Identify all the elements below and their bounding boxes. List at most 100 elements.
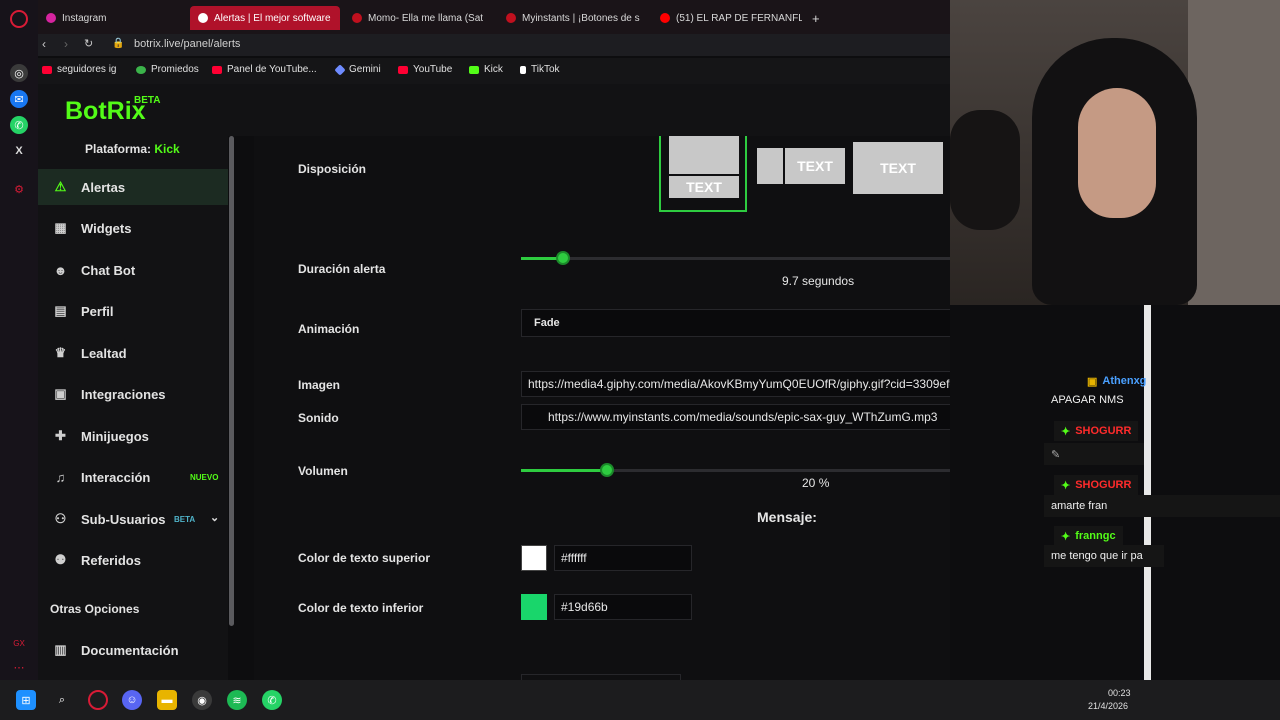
chevron-down-icon[interactable]: ⌄ [210,511,219,524]
chat-message-text: APAGAR NMS [1051,394,1124,406]
tab-label: Myinstants | ¡Botones de s [522,12,640,24]
sidebar-item-interaccion[interactable]: ♫ Interacción NUEVO [38,459,228,495]
layout-option-image-top[interactable]: TEXT [659,136,747,212]
plus-icon: + [812,10,820,26]
opera-logo-icon[interactable] [10,10,28,28]
tab-myinstants[interactable]: Myinstants | ¡Botones de s [498,6,648,30]
emote-icon: ✎ [1051,448,1061,461]
top-color-input[interactable]: #ffffff [554,545,692,571]
bookmark-label: TikTok [531,64,560,75]
tab-label: Instagram [62,12,107,24]
kick-badge-icon: ✦ [1061,479,1071,492]
bookmark-label: Promiedos [151,64,199,75]
windows-start-icon[interactable]: ⊞ [16,690,36,710]
chat-username: ✦ SHOGURR [1054,421,1139,441]
bookmark-label: YouTube [413,64,453,75]
forward-icon[interactable]: › [64,37,68,51]
grid-icon: ▦ [54,220,67,235]
obs-icon[interactable]: ◉ [192,690,212,710]
volume-slider-thumb[interactable] [599,463,614,477]
url-field[interactable]: botrix.live/panel/alerts [134,38,240,50]
sidebar-item-label: Referidos [81,552,141,568]
bookmark-item[interactable]: Promiedos [136,64,199,75]
bottom-color-swatch[interactable] [521,594,547,620]
duration-value: 9.7 [782,274,799,288]
spotify-icon[interactable]: ≋ [227,690,247,710]
tab-momo[interactable]: Momo- Ella me llama (Sat [344,6,494,30]
animation-value: Fade [534,317,560,329]
tab-instagram[interactable]: Instagram [38,6,188,30]
sidebar-item-minijuegos[interactable]: ✚ Minijuegos [38,418,228,454]
bookmark-item[interactable]: Gemini [334,63,381,76]
sidebar-item-label: Perfil [81,303,114,319]
duration-slider-track[interactable] [521,251,950,265]
discord-icon[interactable]: ☺ [122,690,142,710]
messenger-icon[interactable]: ✉ [10,90,28,108]
tiktok-icon [520,65,526,74]
file-explorer-icon[interactable]: ▬ [157,690,177,710]
bookmark-item[interactable]: Panel de YouTube... [212,64,317,75]
reload-icon[interactable]: ↻ [84,37,93,50]
animation-select[interactable]: Fade ⌄ [521,309,950,337]
sidebar-item-label: Chat Bot [81,262,136,278]
tab-strip: Instagram Alertas | El mejor software Mo… [38,0,950,34]
settings-icon[interactable]: ⚙ [10,180,28,198]
sidebar-item-widgets[interactable]: ▦ Widgets [38,210,228,246]
warning-icon: ⚠ [54,179,67,194]
opera-gx-icon[interactable] [88,690,108,710]
bottom-color-input[interactable]: #19d66b [554,594,692,620]
sound-url-input[interactable]: https://www.myinstants.com/media/sounds/… [521,404,950,430]
tab-label: (51) EL RAP DE FERNANFL [676,12,802,24]
kick-badge-icon: ✦ [1061,425,1071,438]
new-tab-button[interactable]: + [804,6,828,30]
sidebar-item-documentacion[interactable]: ▥ Documentación [38,632,228,668]
layout-option-image-left[interactable]: TEXT [755,144,847,188]
volume-slider-fill [521,469,607,472]
chat-username: ✦ franngc [1054,526,1123,546]
new-badge: NUEVO [190,473,219,482]
sidebar-item-label: Documentación [81,642,179,658]
music-icon: ♫ [55,469,66,485]
sidebar-item-perfil[interactable]: ▤ Perfil [38,293,228,329]
back-icon[interactable]: ‹ [42,37,46,51]
tab-label: Momo- Ella me llama (Sat [368,12,484,24]
bookmark-item[interactable]: YouTube [398,64,452,75]
duration-slider-thumb[interactable] [555,251,570,265]
clock-date: 21/4/2026 [1088,701,1129,711]
gx-icon[interactable]: GX [10,634,28,652]
search-icon[interactable]: ⌕ [52,690,72,710]
chatgpt-icon[interactable]: ◎ [10,64,28,82]
sidebar-item-label: Alertas [81,179,126,195]
sidebar-item-chatbot[interactable]: ☻ Chat Bot [38,252,228,288]
chat-message-text: me tengo que ir pa [1044,545,1164,567]
sidebar-scrollbar[interactable] [229,136,234,626]
sidebar-item-integraciones[interactable]: ▣ Integraciones [38,376,228,412]
message-heading: Mensaje: [757,509,817,525]
sidebar-item-referidos[interactable]: ⚉ Referidos [38,542,228,578]
sidebar-item-lealtad[interactable]: ♛ Lealtad [38,335,228,371]
image-url-input[interactable]: https://media4.giphy.com/media/AkovKBmyY… [521,371,950,397]
youtube-icon [398,65,408,74]
promiedos-icon [136,65,146,74]
tab-youtube-rap[interactable]: (51) EL RAP DE FERNANFL [652,6,802,30]
sidebar-item-alertas[interactable]: ⚠ Alertas [38,169,228,205]
top-text-color-label: Color de texto superior [298,551,431,565]
bookmark-item[interactable]: TikTok [520,64,560,75]
x-icon[interactable]: X [10,142,28,160]
sidebar-item-label: Minijuegos [81,428,149,444]
whatsapp-icon[interactable]: ✆ [262,690,282,710]
more-icon[interactable]: ⋯ [10,658,28,676]
whatsapp-icon[interactable]: ✆ [10,116,28,134]
sidebar-item-sub-usuarios[interactable]: ⚇ Sub-Usuarios BETA ⌄ [38,501,228,537]
layout-text: TEXT [880,160,916,176]
bookmark-item[interactable]: Kick [469,64,503,75]
top-color-swatch[interactable] [521,545,547,571]
platform-label: Plataforma: [85,142,152,156]
volume-slider-track[interactable] [521,463,950,477]
bookmark-item[interactable]: seguidores ig [42,64,116,75]
tab-alertas[interactable]: Alertas | El mejor software [190,6,340,30]
youtube-icon [212,65,222,74]
layout-option-text-overlay[interactable]: TEXT [853,142,943,194]
sidebar-item-label: Integraciones [81,386,166,402]
chat-username: ✦ SHOGURR [1054,475,1139,495]
